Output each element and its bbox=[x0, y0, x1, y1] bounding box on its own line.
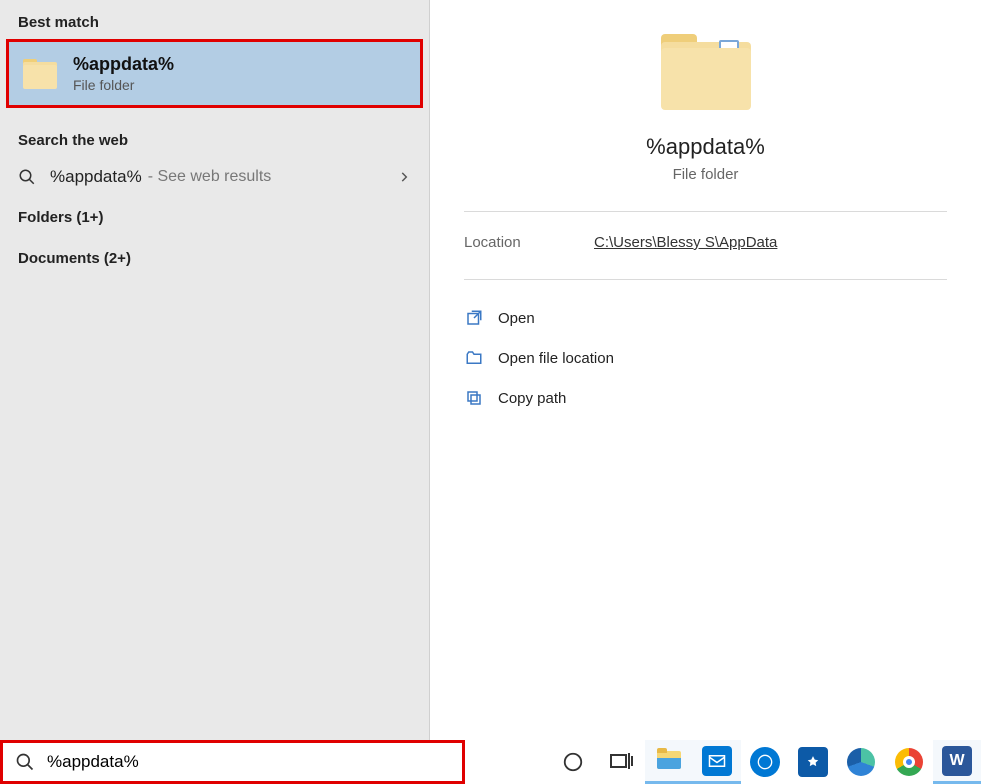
edge-icon[interactable] bbox=[837, 740, 885, 784]
preview-title: %appdata% bbox=[646, 134, 765, 160]
category-documents[interactable]: Documents (2+) bbox=[0, 238, 429, 279]
taskbar: W bbox=[0, 740, 981, 784]
open-icon bbox=[464, 308, 484, 328]
action-label: Open file location bbox=[498, 350, 614, 367]
action-open[interactable]: Open bbox=[460, 300, 951, 336]
web-suffix-text: - See web results bbox=[148, 168, 272, 186]
best-match-subtitle: File folder bbox=[73, 77, 174, 93]
cortana-icon[interactable] bbox=[549, 740, 597, 784]
pdf-icon[interactable] bbox=[789, 740, 837, 784]
task-view-icon[interactable] bbox=[597, 740, 645, 784]
location-link[interactable]: C:\Users\Blessy S\AppData bbox=[594, 234, 777, 251]
file-explorer-icon[interactable] bbox=[645, 740, 693, 784]
action-copy-path[interactable]: Copy path bbox=[460, 380, 951, 416]
search-results-pane: Best match %appdata% File folder Search … bbox=[0, 0, 430, 740]
search-icon bbox=[15, 752, 35, 772]
best-match-title: %appdata% bbox=[73, 54, 174, 75]
copy-path-icon bbox=[464, 388, 484, 408]
category-folders[interactable]: Folders (1+) bbox=[0, 197, 429, 238]
web-query-text: %appdata% bbox=[50, 167, 142, 187]
best-match-label: Best match bbox=[0, 0, 429, 39]
dell-icon[interactable] bbox=[741, 740, 789, 784]
chrome-icon[interactable] bbox=[885, 740, 933, 784]
folder-icon bbox=[661, 34, 751, 110]
preview-pane: %appdata% File folder Location C:\Users\… bbox=[430, 0, 981, 740]
search-web-label: Search the web bbox=[0, 118, 429, 157]
folder-icon bbox=[23, 59, 57, 89]
search-icon bbox=[18, 168, 36, 186]
action-label: Copy path bbox=[498, 390, 566, 407]
action-label: Open bbox=[498, 310, 535, 327]
preview-subtitle: File folder bbox=[673, 166, 739, 183]
web-result-item[interactable]: %appdata% - See web results bbox=[0, 157, 429, 197]
action-open-location[interactable]: Open file location bbox=[460, 340, 951, 376]
word-icon[interactable]: W bbox=[933, 740, 981, 784]
chevron-right-icon bbox=[397, 170, 411, 184]
location-label: Location bbox=[464, 234, 594, 251]
search-box[interactable] bbox=[0, 740, 465, 784]
best-match-result[interactable]: %appdata% File folder bbox=[6, 39, 423, 108]
open-location-icon bbox=[464, 348, 484, 368]
search-input[interactable] bbox=[47, 752, 450, 772]
mail-icon[interactable] bbox=[693, 740, 741, 784]
